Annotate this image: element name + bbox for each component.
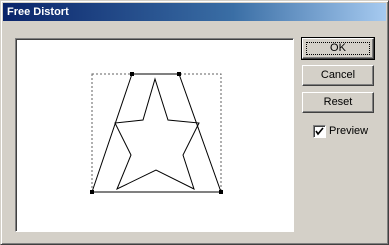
ok-button[interactable]: OK bbox=[301, 37, 375, 60]
handle-bottom-left[interactable] bbox=[90, 190, 94, 194]
distort-envelope bbox=[91, 73, 222, 193]
cancel-button-label: Cancel bbox=[320, 69, 356, 81]
free-distort-dialog: Free Distort OK Cancel Reset Preview bbox=[0, 0, 389, 245]
ok-button-label: OK bbox=[330, 42, 346, 54]
preview-checkbox[interactable] bbox=[313, 125, 326, 138]
window-title: Free Distort bbox=[7, 6, 69, 18]
handle-bottom-right[interactable] bbox=[219, 190, 223, 194]
checkmark-icon bbox=[315, 127, 324, 136]
handle-top-right[interactable] bbox=[177, 72, 181, 76]
handle-top-left[interactable] bbox=[130, 72, 134, 76]
cancel-button[interactable]: Cancel bbox=[302, 65, 374, 86]
distort-preview-drawing bbox=[90, 72, 223, 194]
reset-button-label: Reset bbox=[323, 96, 353, 108]
title-bar[interactable]: Free Distort bbox=[3, 3, 386, 21]
preview-label: Preview bbox=[329, 125, 369, 137]
reset-button[interactable]: Reset bbox=[302, 92, 374, 113]
distort-preview-canvas[interactable] bbox=[15, 38, 294, 232]
bounding-box bbox=[91, 73, 222, 193]
